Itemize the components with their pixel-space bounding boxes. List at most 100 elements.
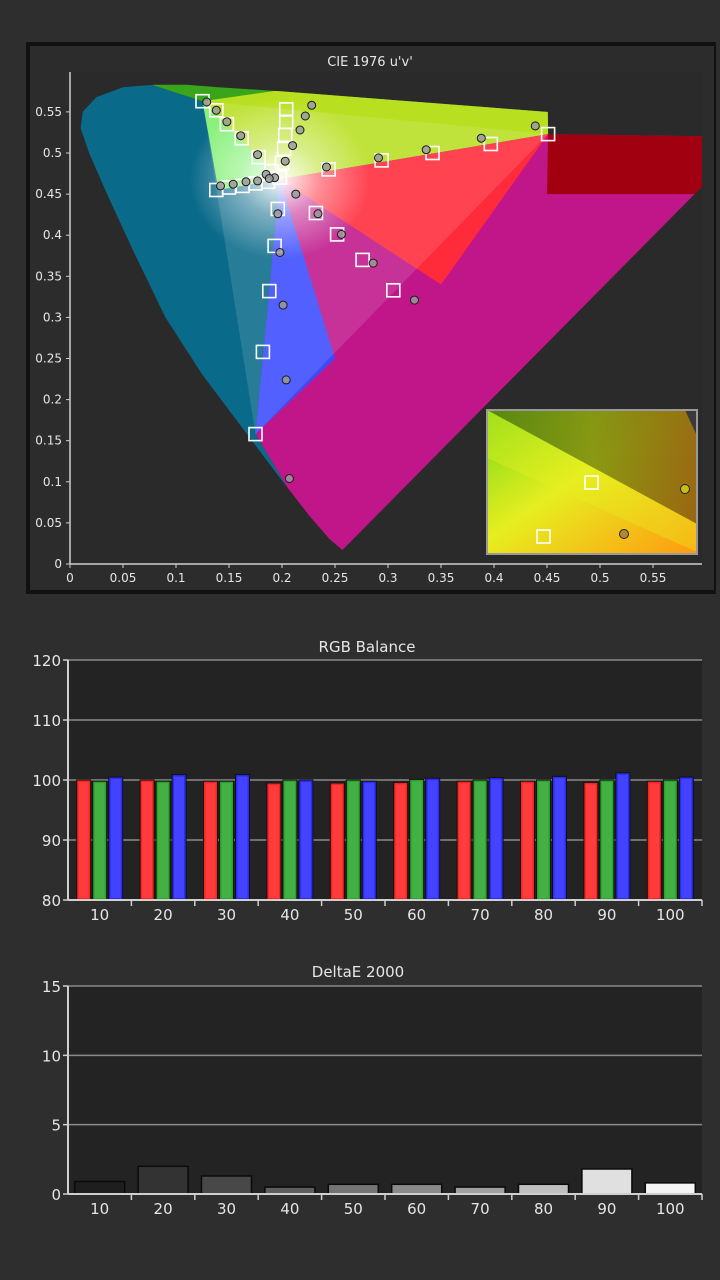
bar-highlight (522, 783, 533, 898)
measured-point (410, 295, 419, 305)
deltae-bar (517, 1183, 570, 1195)
cie-y-tick-label: 0.2 (43, 393, 62, 407)
bar-highlight (617, 774, 628, 898)
rgb-x-tick-label: 10 (90, 906, 109, 924)
cie-x-tick-label: 0.5 (590, 571, 609, 585)
cie-y-tick-label: 0.45 (35, 187, 62, 201)
rgb-y-tick-label: 80 (42, 892, 61, 910)
rgb-x-tick-label: 30 (217, 906, 236, 924)
bar-highlight (348, 782, 359, 898)
deltae-y-tick-label: 5 (51, 1117, 61, 1135)
measured-point (300, 111, 310, 121)
measured-point (368, 258, 378, 268)
inset-measured-point (680, 484, 690, 494)
deltae-x-tick-label: 40 (280, 1200, 299, 1218)
rgb-x-tick-label: 40 (280, 906, 299, 924)
deltae-bar (644, 1182, 697, 1195)
bar-highlight (300, 782, 311, 898)
deltae-bar (581, 1168, 633, 1195)
rgb-x-tick-label: 50 (344, 906, 363, 924)
measured-point (307, 100, 317, 110)
deltae-bar (454, 1186, 506, 1195)
measured-point (236, 131, 246, 141)
cie-x-tick-label: 0.55 (640, 571, 667, 585)
rgb-x-tick-label: 100 (656, 906, 685, 924)
cie-inset (486, 409, 698, 555)
bar-highlight (395, 784, 406, 898)
bar-highlight (427, 780, 438, 898)
bar-highlight (284, 782, 295, 898)
bar-highlight (221, 783, 232, 898)
cie-x-tick-label: 0.3 (378, 571, 397, 585)
cie-x-tick-label: 0.4 (484, 571, 503, 585)
deltae-x-tick-label: 60 (407, 1200, 426, 1218)
measured-point (273, 209, 283, 219)
bar-highlight (491, 779, 502, 898)
deltae-x-tick-label: 50 (344, 1200, 363, 1218)
rgb-y-tick-label: 100 (32, 772, 61, 790)
deltae-x-tick-label: 20 (154, 1200, 173, 1218)
cie-y-tick-label: 0.15 (35, 434, 62, 448)
deltae-bar (264, 1186, 316, 1195)
deltae-plot-area (68, 986, 702, 1194)
deltae-x-tick-label: 100 (656, 1200, 685, 1218)
measured-point (222, 117, 232, 127)
cie-y-tick-label: 0.05 (35, 516, 62, 530)
deltae-y-tick-label: 10 (42, 1047, 61, 1065)
bar-highlight (332, 785, 343, 898)
deltae-bar (390, 1183, 443, 1195)
charts-page: CIE 1976 u'v' 0 0.05 0.1 0.15 0.2 0.25 0.3 0.35… (26, 42, 716, 1218)
bar-highlight (94, 783, 105, 898)
measured-point (374, 153, 383, 163)
measured-point (288, 141, 298, 151)
measured-point (530, 121, 540, 131)
rgb-x-tick-label: 20 (154, 906, 173, 924)
cie-x-tick-label: 0.05 (110, 571, 137, 585)
cie-x-tick-label: 0.2 (272, 571, 291, 585)
rgb-x-tick-label: 80 (534, 906, 553, 924)
deltae-bar (200, 1175, 253, 1195)
bar-highlight (585, 784, 596, 898)
measured-point (264, 174, 274, 183)
cie-y-tick-label: 0.4 (43, 228, 62, 242)
measured-point (281, 375, 291, 385)
bar-highlight (649, 783, 660, 898)
bar-highlight (158, 783, 169, 898)
measured-point (228, 179, 238, 189)
deltae-x-tick-label: 90 (597, 1200, 616, 1218)
rgb-title: RGB Balance (319, 638, 416, 656)
measured-point (284, 474, 294, 483)
cie-y-tick-label: 0.55 (35, 105, 62, 119)
cie-chart: CIE 1976 u'v' 0 0.05 0.1 0.15 0.2 0.25 0.3 0.35… (26, 42, 716, 594)
rgb-x-tick-label: 70 (471, 906, 490, 924)
bar-highlight (554, 778, 565, 898)
deltae-y-tick-label: 0 (51, 1186, 61, 1204)
measured-point (322, 162, 331, 172)
deltae-y-tick-label: 15 (42, 978, 61, 996)
measured-point (291, 189, 301, 199)
bar-highlight (110, 779, 121, 898)
measured-point (280, 156, 290, 166)
cie-y-tick-label: 0.5 (43, 146, 62, 160)
measured-point (275, 248, 285, 257)
measured-point (241, 177, 251, 187)
rgb-y-tick-label: 90 (42, 832, 61, 850)
inset-measured-point (619, 529, 629, 539)
deltae-x-tick-label: 30 (217, 1200, 236, 1218)
deltae-x-tick-label: 70 (471, 1200, 490, 1218)
bar-highlight (205, 783, 216, 898)
cie-x-tick-label: 0.25 (322, 571, 349, 585)
bar-highlight (665, 782, 676, 898)
deltae-chart: DeltaE 2000 0 5 10 15 10 20 30 40 50 60 70 80 90 100 (42, 963, 703, 1218)
measured-point (211, 105, 221, 115)
bar-highlight (411, 781, 422, 898)
measured-point (421, 145, 431, 155)
bar-highlight (78, 782, 89, 898)
rgb-x-tick-label: 60 (407, 906, 426, 924)
measured-point (278, 300, 288, 310)
bar-highlight (237, 776, 248, 898)
rgb-x-tick-label: 90 (597, 906, 616, 924)
bar-highlight (268, 785, 279, 898)
deltae-title: DeltaE 2000 (312, 963, 404, 981)
bar-highlight (174, 776, 185, 898)
